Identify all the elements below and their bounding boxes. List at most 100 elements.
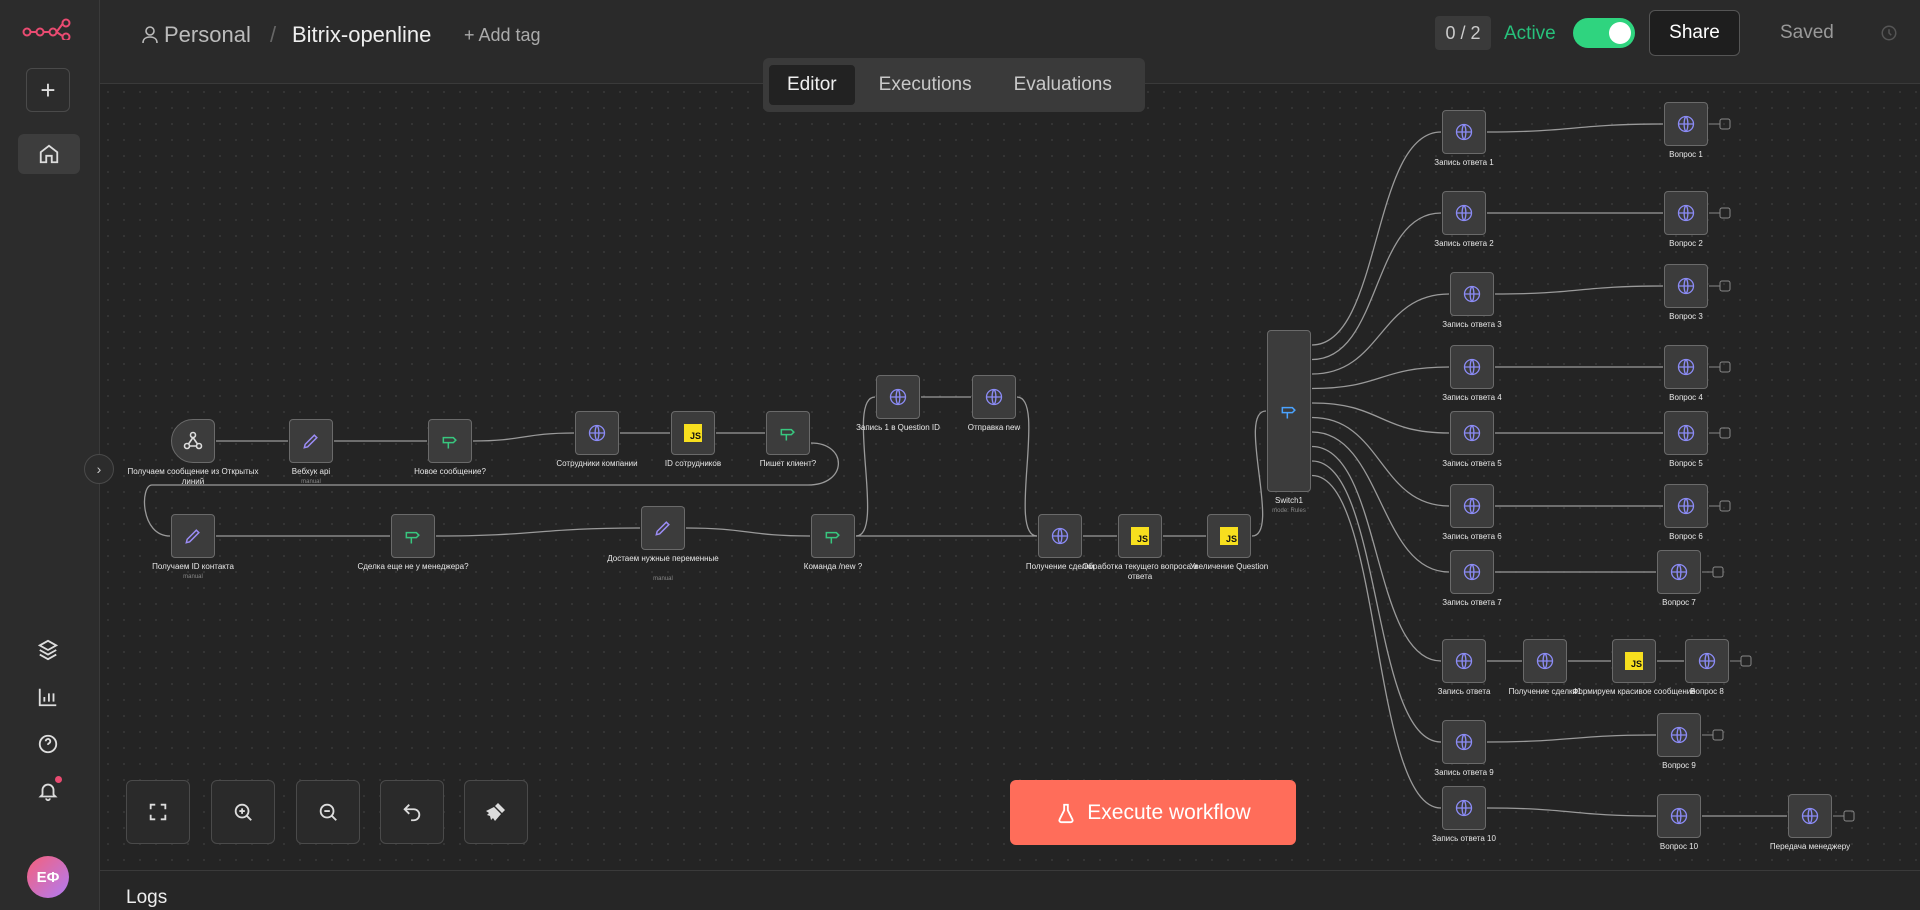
breadcrumb-project[interactable]: Personal: [164, 22, 251, 48]
workflow-node[interactable]: [171, 419, 215, 463]
workflow-node[interactable]: [1657, 550, 1701, 594]
node-label: Достаем нужные переменные: [607, 554, 719, 563]
notifications-icon[interactable]: [28, 771, 68, 811]
add-node-handle[interactable]: [1719, 280, 1731, 292]
workflow-node[interactable]: [972, 375, 1016, 419]
node-label: Пишет клиент?: [759, 459, 817, 468]
add-node-handle[interactable]: [1843, 810, 1855, 822]
workflow-node[interactable]: [1450, 550, 1494, 594]
workflow-node[interactable]: [1450, 345, 1494, 389]
workflow-node[interactable]: [1664, 102, 1708, 146]
workflow-node[interactable]: [1442, 191, 1486, 235]
active-toggle[interactable]: [1573, 18, 1635, 48]
collapse-sidebar-button[interactable]: ›: [84, 454, 114, 484]
add-node-handle[interactable]: [1712, 729, 1724, 741]
workflow-node[interactable]: [1664, 411, 1708, 455]
node-label: Вопрос 2: [1669, 239, 1703, 248]
history-icon[interactable]: [1880, 24, 1898, 42]
workflow-node[interactable]: [1664, 345, 1708, 389]
fit-view-button[interactable]: [126, 780, 190, 844]
add-node-handle[interactable]: [1719, 361, 1731, 373]
connection-line: [1486, 807, 1657, 817]
http-request-icon: [985, 388, 1003, 406]
home-icon[interactable]: [18, 134, 80, 174]
workflow-node[interactable]: [1664, 264, 1708, 308]
tab-evaluations[interactable]: Evaluations: [996, 65, 1130, 105]
zoom-out-button[interactable]: [296, 780, 360, 844]
node-label: Запись ответа 4: [1442, 393, 1502, 402]
if-icon: [405, 531, 420, 544]
workflow-node[interactable]: [1523, 639, 1567, 683]
active-label: Active: [1504, 23, 1556, 44]
n8n-logo-icon: [22, 18, 71, 40]
workflow-node[interactable]: [1442, 720, 1486, 764]
workflow-node[interactable]: [575, 411, 619, 455]
workflow-node[interactable]: JS: [1612, 639, 1656, 683]
add-node-handle[interactable]: [1740, 655, 1752, 667]
http-request-icon: [1670, 807, 1688, 825]
workflow-node[interactable]: [428, 419, 472, 463]
add-node-handle[interactable]: [1719, 207, 1731, 219]
zoom-in-button[interactable]: [211, 780, 275, 844]
share-button[interactable]: Share: [1649, 10, 1740, 56]
tab-executions[interactable]: Executions: [861, 65, 990, 105]
workflow-node[interactable]: [1442, 110, 1486, 154]
avatar[interactable]: ЕФ: [27, 856, 69, 898]
node-label: Вопрос 9: [1662, 761, 1696, 770]
add-node-handle[interactable]: [1712, 566, 1724, 578]
workflow-node[interactable]: [289, 419, 333, 463]
workflow-node[interactable]: [1657, 794, 1701, 838]
add-tag-button[interactable]: + Add tag: [464, 25, 541, 46]
workflow-node[interactable]: JS: [1207, 514, 1251, 558]
add-button[interactable]: +: [26, 68, 70, 112]
workflow-node[interactable]: [1267, 330, 1311, 492]
connection-line: [1311, 402, 1450, 434]
workflow-node[interactable]: [1788, 794, 1832, 838]
workflow-node[interactable]: [811, 514, 855, 558]
code-icon: JS: [1625, 652, 1643, 670]
workflow-node[interactable]: [1664, 191, 1708, 235]
workflow-node[interactable]: [1450, 484, 1494, 528]
logs-panel[interactable]: Logs: [100, 870, 1920, 910]
workflow-node[interactable]: [766, 411, 810, 455]
add-node-handle[interactable]: [1719, 500, 1731, 512]
workflow-node[interactable]: JS: [671, 411, 715, 455]
workflow-canvas[interactable]: Получаем сообщение из Открытых линий Вебх…: [100, 84, 1920, 870]
workflow-node[interactable]: [391, 514, 435, 558]
node-label: Запись ответа 5: [1442, 459, 1502, 468]
help-icon[interactable]: [28, 724, 68, 764]
insights-icon[interactable]: [28, 677, 68, 717]
workflow-node[interactable]: [876, 375, 920, 419]
workflow-node[interactable]: [1685, 639, 1729, 683]
undo-button[interactable]: [380, 780, 444, 844]
workflow-node[interactable]: [1450, 272, 1494, 316]
add-node-handle[interactable]: [1719, 427, 1731, 439]
connection-line: [435, 527, 641, 537]
workflow-node[interactable]: [1657, 713, 1701, 757]
tidy-up-button[interactable]: [464, 780, 528, 844]
version-counter[interactable]: 0 / 2: [1435, 16, 1491, 50]
add-node-handle[interactable]: [1719, 118, 1731, 130]
workflow-node[interactable]: [1442, 639, 1486, 683]
edit-fields-icon: [303, 434, 318, 449]
workflow-node[interactable]: [1664, 484, 1708, 528]
workflow-node[interactable]: [641, 506, 685, 550]
workflow-node[interactable]: [1442, 786, 1486, 830]
node-subtitle: mode: Rules: [1272, 508, 1306, 514]
tab-editor[interactable]: Editor: [769, 65, 855, 105]
user-icon: [142, 26, 158, 44]
workflow-node[interactable]: [1450, 411, 1494, 455]
connection-line: [143, 442, 839, 537]
workflow-node[interactable]: [1038, 514, 1082, 558]
workflow-name[interactable]: Bitrix-openline: [292, 22, 431, 48]
workflow-node[interactable]: [171, 514, 215, 558]
templates-icon[interactable]: [28, 630, 68, 670]
node-label: Запись ответа 2: [1434, 239, 1494, 248]
node-subtitle: manual: [301, 479, 321, 485]
connection-line: [1311, 445, 1442, 662]
execute-workflow-button[interactable]: Execute workflow: [1010, 780, 1296, 845]
connections: [143, 118, 1855, 822]
workflow-node[interactable]: JS: [1118, 514, 1162, 558]
edit-fields-icon: [185, 529, 200, 544]
node-label: Вопрос 5: [1669, 459, 1703, 468]
